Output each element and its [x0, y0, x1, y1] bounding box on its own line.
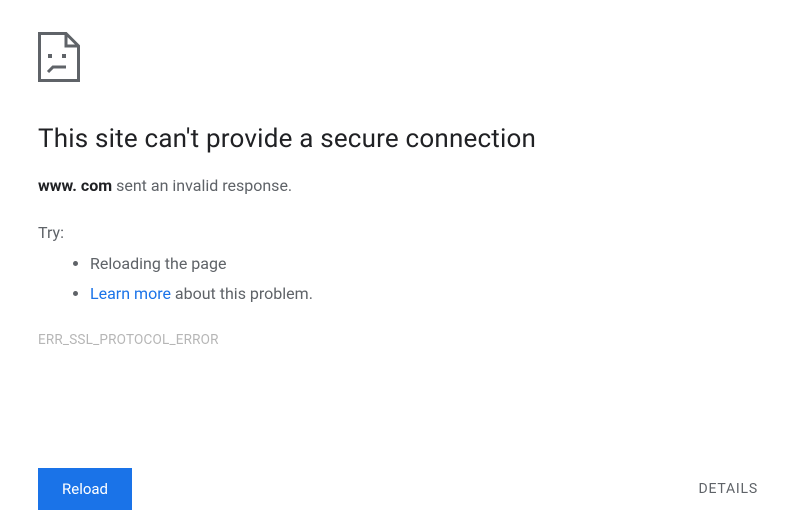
host-name: www. com: [38, 176, 112, 195]
list-item: Learn more about this problem.: [90, 282, 762, 306]
sad-document-icon: [38, 32, 80, 82]
error-description: www. com sent an invalid response.: [38, 176, 762, 195]
suggestions-list: Reloading the page Learn more about this…: [38, 252, 762, 306]
page-title: This site can't provide a secure connect…: [38, 124, 762, 154]
suggestion-reload: Reloading the page: [90, 254, 226, 273]
learn-more-link[interactable]: Learn more: [90, 284, 171, 303]
details-button[interactable]: DETAILS: [695, 473, 763, 505]
reload-button[interactable]: Reload: [38, 468, 132, 510]
list-item: Reloading the page: [90, 252, 762, 276]
try-label: Try:: [38, 223, 762, 242]
error-code: ERR_SSL_PROTOCOL_ERROR: [38, 332, 762, 348]
learn-more-suffix: about this problem.: [171, 284, 313, 303]
button-row: Reload DETAILS: [38, 468, 762, 510]
description-suffix: sent an invalid response.: [112, 176, 292, 195]
